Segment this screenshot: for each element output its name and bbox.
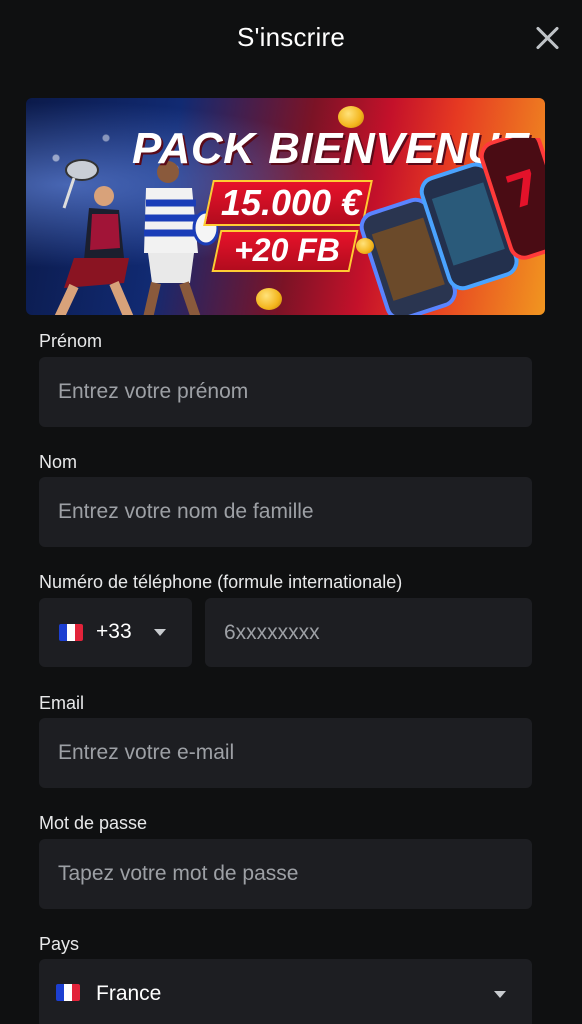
slot-machine-reels-illustration: 7 [359,138,545,315]
country-code-select[interactable]: +33 [39,598,192,667]
page-title: S'inscrire [236,22,346,52]
country-select[interactable]: France [39,959,532,1024]
banner-amount: 15.000 € [220,182,362,223]
banner-bonus: +20 FB [234,232,340,268]
rugby-player-illustration [143,161,218,315]
close-icon[interactable] [534,25,560,51]
gold-coin-icon [256,288,282,310]
france-flag-icon [59,624,83,641]
gold-coin-icon [338,106,364,128]
phone-label: Numéro de téléphone (formule internation… [39,572,403,592]
password-input[interactable] [39,839,532,909]
france-flag-icon [56,984,80,1001]
country-value: France [96,982,162,1005]
country-label: Pays [39,934,80,954]
header: S'inscrire [0,0,582,78]
chevron-down-icon [154,629,166,636]
chevron-down-icon [494,991,506,998]
first-name-input[interactable] [39,357,532,427]
country-code-value: +33 [96,620,132,643]
last-name-label: Nom [39,452,78,472]
last-name-input[interactable] [39,477,532,547]
welcome-pack-banner[interactable]: PACK BIENVENUE 15.000 € +20 FB 7 [26,98,545,315]
phone-number-input[interactable] [205,598,532,667]
email-label: Email [39,693,85,713]
email-input[interactable] [39,718,532,788]
first-name-label: Prénom [39,331,103,351]
gold-coin-icon [356,238,374,254]
password-label: Mot de passe [39,813,148,833]
